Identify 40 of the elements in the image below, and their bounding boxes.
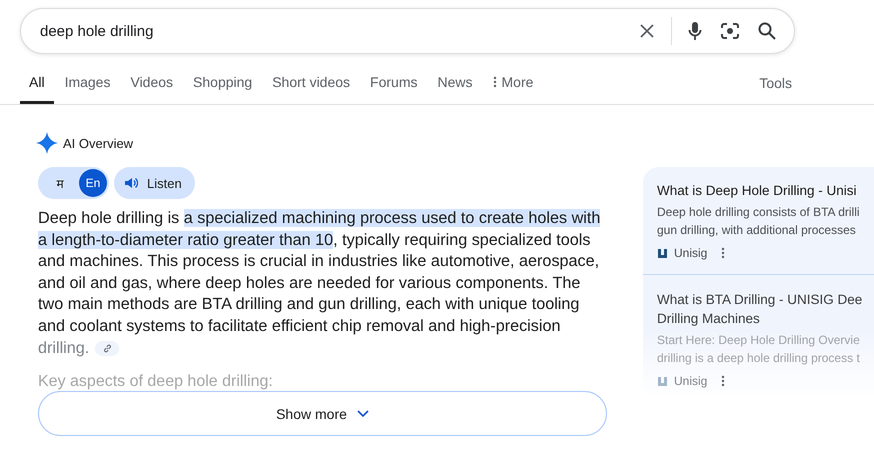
site-name: Unisig xyxy=(674,374,708,388)
more-options-icon[interactable] xyxy=(721,247,726,259)
source-card[interactable]: What is Deep Hole Drilling - Unisi Deep hole drilling consists of BTA drilli gun drilling, with additional processes Unisig xyxy=(657,181,874,260)
site-logo-icon xyxy=(657,248,668,258)
overview-paragraph: Deep hole drilling is a specialized machining process used to create holes with a length-to-diameter ratio greater than 10, typically requiring specialized tools and machines. This process is crucial in industries like automotive, aerospace, and oil and gas, where deep holes are needed for various components. The two main methods are BTA drilling and gun drilling, each with unique tooling and coolant systems to facilitate efficient chip removal and high-precision drilling. xyxy=(38,208,602,359)
search-tab[interactable]: All xyxy=(20,66,54,104)
search-tab[interactable]: Videos xyxy=(130,66,174,104)
speaker-icon xyxy=(124,176,138,190)
sparkle-icon xyxy=(36,132,58,154)
microphone-icon[interactable] xyxy=(688,21,702,41)
search-tab[interactable]: Shopping xyxy=(193,66,252,104)
kebab-icon xyxy=(492,76,497,88)
source-snippet: Deep hole drilling consists of BTA drilli gun drilling, with additional processes xyxy=(657,204,861,239)
language-option[interactable]: म xyxy=(46,169,74,197)
camera-icon[interactable] xyxy=(720,22,740,40)
search-query[interactable]: deep hole drilling xyxy=(40,22,621,40)
show-more-button[interactable]: Show more xyxy=(38,391,607,436)
source-title: What is Deep Hole Drilling - Unisi xyxy=(657,182,858,200)
search-tab[interactable]: Images xyxy=(64,66,110,104)
search-tab[interactable]: Short videos xyxy=(272,66,350,104)
search-tab[interactable]: More xyxy=(492,66,534,104)
language-option[interactable]: En xyxy=(79,169,107,197)
site-name: Unisig xyxy=(674,246,708,260)
search-icon[interactable] xyxy=(758,22,776,40)
chevron-down-icon xyxy=(356,410,369,418)
search-tab[interactable]: News xyxy=(438,66,473,104)
link-icon[interactable] xyxy=(95,340,120,356)
site-logo-icon xyxy=(657,376,668,386)
search-bar[interactable]: deep hole drilling xyxy=(20,8,795,54)
language-toggle[interactable]: म En xyxy=(38,167,109,199)
tools-tab[interactable]: Tools xyxy=(759,75,792,104)
section-heading: Key aspects of deep hole drilling: xyxy=(38,373,274,392)
source-card[interactable]: What is BTA Drilling - UNISIG Dee Drilling Machines Start Here: Deep Hole Drilling Overvie drilling is a deep hole drilling process t Unisig xyxy=(657,290,874,388)
ai-overview-title: AI Overview xyxy=(63,136,134,150)
listen-button[interactable]: Listen xyxy=(114,167,195,199)
more-options-icon[interactable] xyxy=(721,375,726,387)
close-icon[interactable] xyxy=(639,23,655,39)
search-tab[interactable]: Forums xyxy=(370,66,418,104)
source-snippet: Start Here: Deep Hole Drilling Overvie drilling is a deep hole drilling process t xyxy=(657,332,861,367)
source-title: What is BTA Drilling - UNISIG Dee Drilling Machines xyxy=(657,291,864,328)
